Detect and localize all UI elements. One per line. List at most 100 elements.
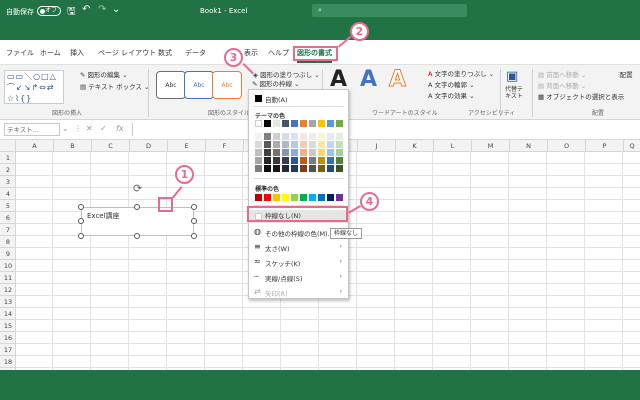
tab-formulas[interactable]: 数式 xyxy=(158,48,172,58)
resize-handle[interactable] xyxy=(78,233,84,239)
row-header[interactable]: 1 xyxy=(0,152,16,164)
theme-color-swatch[interactable] xyxy=(282,165,289,172)
column-header[interactable]: E xyxy=(168,140,206,152)
rotate-handle-icon[interactable]: ⟳ xyxy=(133,182,142,195)
column-header[interactable]: L xyxy=(434,140,472,152)
theme-color-swatch[interactable] xyxy=(255,165,262,172)
insert-function-icon[interactable]: fx xyxy=(116,124,124,133)
standard-color-swatch[interactable] xyxy=(318,194,325,201)
row-header[interactable]: 16 xyxy=(0,332,16,344)
row-header[interactable]: 7 xyxy=(0,224,16,236)
standard-color-swatch[interactable] xyxy=(327,194,334,201)
theme-color-swatch[interactable] xyxy=(255,157,262,164)
resize-handle[interactable] xyxy=(191,204,197,210)
text-outline-button[interactable]: A 文字の輪郭 ⌄ xyxy=(428,79,475,89)
edit-shape-button[interactable]: ✎ 図形の編集 ⌄ xyxy=(80,69,128,79)
theme-color-swatch[interactable] xyxy=(300,133,307,140)
tab-file[interactable]: ファイル xyxy=(6,48,34,58)
theme-color-swatch[interactable] xyxy=(291,133,298,140)
theme-color-swatch[interactable] xyxy=(336,149,343,156)
standard-color-swatch[interactable] xyxy=(309,194,316,201)
theme-color-swatch[interactable] xyxy=(273,133,280,140)
resize-handle[interactable] xyxy=(191,218,197,224)
resize-handle[interactable] xyxy=(78,204,84,210)
row-header[interactable]: 18 xyxy=(0,356,16,368)
undo-icon[interactable]: ↶ xyxy=(82,4,90,15)
tab-help[interactable]: ヘルプ xyxy=(268,48,289,58)
column-header[interactable]: A xyxy=(16,140,54,152)
confirm-icon[interactable]: ✓ xyxy=(100,124,107,133)
row-header[interactable]: 11 xyxy=(0,272,16,284)
theme-color-swatch[interactable] xyxy=(300,165,307,172)
column-header[interactable]: C xyxy=(92,140,130,152)
theme-color-swatch[interactable] xyxy=(318,149,325,156)
wordart-style-3[interactable]: A xyxy=(388,67,406,93)
column-header[interactable]: F xyxy=(206,140,244,152)
column-header[interactable]: K xyxy=(396,140,434,152)
tab-view[interactable]: 表示 xyxy=(244,48,258,58)
standard-color-swatch[interactable] xyxy=(282,194,289,201)
row-header[interactable]: 9 xyxy=(0,248,16,260)
theme-color-swatch[interactable] xyxy=(327,165,334,172)
menu-item-auto[interactable]: 自動(A) xyxy=(249,94,348,104)
shape-style-3[interactable]: Abc xyxy=(212,71,242,99)
theme-color-swatch[interactable] xyxy=(291,165,298,172)
alt-text-button[interactable]: 代替テキスト xyxy=(502,86,526,100)
bring-forward-button[interactable]: ▤ 前面へ移動 ⌄ xyxy=(538,69,586,79)
standard-color-swatch[interactable] xyxy=(336,194,343,201)
theme-color-swatch[interactable] xyxy=(309,149,316,156)
theme-color-swatch[interactable] xyxy=(291,149,298,156)
autosave-toggle[interactable]: オフ xyxy=(37,6,61,16)
theme-color-swatch[interactable] xyxy=(318,141,325,148)
theme-color-swatch[interactable] xyxy=(282,157,289,164)
theme-color-swatch[interactable] xyxy=(309,157,316,164)
standard-color-swatch[interactable] xyxy=(300,194,307,201)
theme-color-swatch[interactable] xyxy=(264,141,271,148)
row-header[interactable]: 15 xyxy=(0,320,16,332)
align-button[interactable]: ⫶配置 xyxy=(618,69,633,80)
theme-color-swatch[interactable] xyxy=(255,120,262,127)
theme-color-swatch[interactable] xyxy=(255,133,262,140)
theme-color-swatch[interactable] xyxy=(309,133,316,140)
row-header[interactable]: 2 xyxy=(0,164,16,176)
row-header[interactable]: 13 xyxy=(0,296,16,308)
save-icon[interactable]: 🖫 xyxy=(67,4,76,21)
theme-color-swatch[interactable] xyxy=(273,149,280,156)
theme-color-swatch[interactable] xyxy=(300,120,307,127)
standard-color-swatch[interactable] xyxy=(255,194,262,201)
text-effect-button[interactable]: A 文字の効果 ⌄ xyxy=(428,90,475,100)
search-box[interactable]: ⌕ xyxy=(312,4,467,17)
theme-color-swatch[interactable] xyxy=(318,120,325,127)
tab-home[interactable]: ホーム xyxy=(40,48,61,58)
row-header[interactable]: 3 xyxy=(0,176,16,188)
standard-color-swatch[interactable] xyxy=(264,194,271,201)
menu-item-dashes[interactable]: ┄ 実線/点線(S) › xyxy=(249,272,348,283)
theme-color-swatch[interactable] xyxy=(273,141,280,148)
row-header[interactable]: 8 xyxy=(0,236,16,248)
column-header[interactable]: M xyxy=(472,140,510,152)
theme-color-swatch[interactable] xyxy=(291,141,298,148)
row-header[interactable]: 17 xyxy=(0,344,16,356)
theme-color-swatch[interactable] xyxy=(327,157,334,164)
resize-handle[interactable] xyxy=(134,204,140,210)
text-box-button[interactable]: ▤ テキスト ボックス ⌄ xyxy=(80,81,149,91)
theme-color-swatch[interactable] xyxy=(291,120,298,127)
theme-color-swatch[interactable] xyxy=(336,120,343,127)
theme-color-swatch[interactable] xyxy=(291,157,298,164)
theme-color-swatch[interactable] xyxy=(300,157,307,164)
theme-color-swatch[interactable] xyxy=(255,141,262,148)
shape-style-1[interactable]: Abc xyxy=(156,71,186,99)
tab-data[interactable]: データ xyxy=(185,48,206,58)
theme-color-swatch[interactable] xyxy=(282,120,289,127)
resize-handle[interactable] xyxy=(78,218,84,224)
theme-color-swatch[interactable] xyxy=(327,120,334,127)
text-box-shape[interactable]: Excel講座 xyxy=(81,207,194,236)
shape-style-2[interactable]: Abc xyxy=(184,71,214,99)
standard-color-swatch[interactable] xyxy=(273,194,280,201)
theme-color-swatch[interactable] xyxy=(264,149,271,156)
row-header[interactable]: 6 xyxy=(0,212,16,224)
theme-color-swatch[interactable] xyxy=(318,157,325,164)
column-header[interactable]: P xyxy=(586,140,624,152)
theme-color-swatch[interactable] xyxy=(327,149,334,156)
menu-item-arrows[interactable]: ⇄ 矢印(R) › xyxy=(249,287,348,298)
